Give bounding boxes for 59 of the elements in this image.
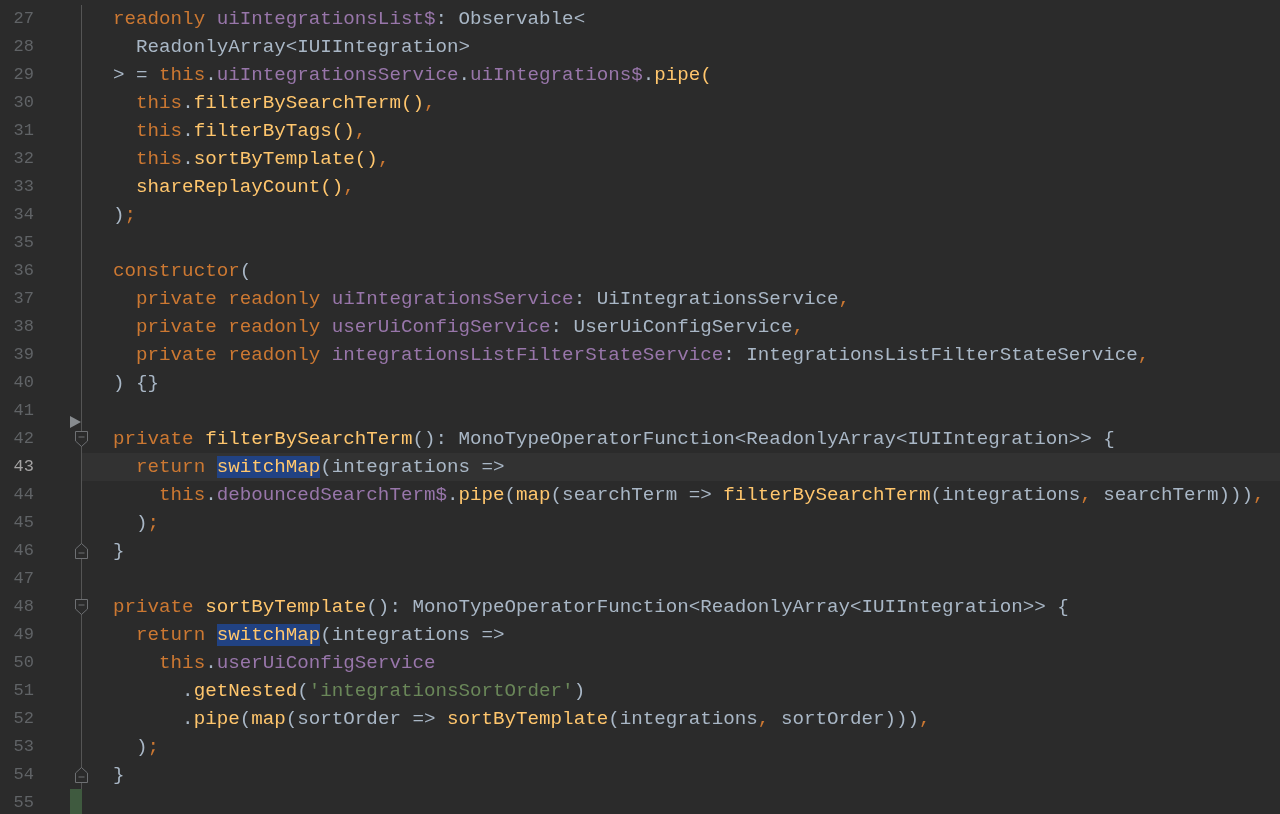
code-line: this.filterByTags(), xyxy=(135,119,367,144)
line-number: 43 xyxy=(12,456,34,479)
code-line: .getNested('integrationsSortOrder') xyxy=(181,679,586,704)
line-number: 49 xyxy=(12,624,34,647)
line-number: 32 xyxy=(12,148,34,171)
line-number: 27 xyxy=(12,8,34,31)
code-line: this.filterBySearchTerm(), xyxy=(135,91,436,116)
code-line: } xyxy=(112,539,125,564)
line-number: 31 xyxy=(12,120,34,143)
line-number: 41 xyxy=(12,400,34,423)
line-number: 39 xyxy=(12,344,34,367)
code-line: private readonly uiIntegrationsService: UiIntegrationsService, xyxy=(135,287,850,312)
line-number: 29 xyxy=(12,64,34,87)
line-number: 45 xyxy=(12,512,34,535)
line-number: 36 xyxy=(12,260,34,283)
code-line: this.debouncedSearchTerm$.pipe(map(searchTerm => filterBySearchTerm(integrations, searchTerm))), xyxy=(158,483,1265,508)
code-line: ) {} xyxy=(112,371,160,396)
code-line: private sortByTemplate(): MonoTypeOperatorFunction<ReadonlyArray<IUIIntegration>> { xyxy=(112,595,1069,620)
code-line: this.userUiConfigService xyxy=(158,651,436,676)
code-line: ReadonlyArray<IUIIntegration> xyxy=(135,35,470,60)
code-line: private filterBySearchTerm(): MonoTypeOperatorFunction<ReadonlyArray<IUIIntegration>> { xyxy=(112,427,1115,452)
line-number: 50 xyxy=(12,652,34,675)
line-number: 40 xyxy=(12,372,34,395)
code-line: private readonly userUiConfigService: UserUiConfigService, xyxy=(135,315,804,340)
line-number: 51 xyxy=(12,680,34,703)
code-line: private readonly integrationsListFilterStateService: IntegrationsListFilterStateService, xyxy=(135,343,1150,368)
fold-icon[interactable] xyxy=(75,767,88,783)
code-line: ); xyxy=(112,203,137,228)
line-number: 34 xyxy=(12,204,34,227)
line-number: 35 xyxy=(12,232,34,255)
line-number: 28 xyxy=(12,36,34,59)
line-number: 55 xyxy=(12,792,34,814)
fold-icon[interactable] xyxy=(75,599,88,615)
code-line: return switchMap(integrations => xyxy=(135,455,505,480)
line-number: 47 xyxy=(12,568,34,591)
code-line: constructor( xyxy=(112,259,252,284)
line-number: 53 xyxy=(12,736,34,759)
code-line: > = this.uiIntegrationsService.uiIntegrations$.pipe( xyxy=(112,63,712,88)
code-line: readonly uiIntegrationsList$: Observable< xyxy=(112,7,586,32)
line-number: 48 xyxy=(12,596,34,619)
code-line: } xyxy=(112,763,125,788)
line-number: 37 xyxy=(12,288,34,311)
line-number: 52 xyxy=(12,708,34,731)
line-number: 44 xyxy=(12,484,34,507)
fold-icon[interactable] xyxy=(75,543,88,559)
code-line: shareReplayCount(), xyxy=(135,175,355,200)
line-number: 33 xyxy=(12,176,34,199)
code-line: ); xyxy=(135,735,160,760)
code-line: return switchMap(integrations => xyxy=(135,623,505,648)
code-line: this.sortByTemplate(), xyxy=(135,147,390,172)
gutter-arrow-icon[interactable] xyxy=(70,416,81,428)
fold-icon[interactable] xyxy=(75,431,88,447)
code-line: ); xyxy=(135,511,160,536)
line-number: 38 xyxy=(12,316,34,339)
line-number: 54 xyxy=(12,764,34,787)
line-number: 46 xyxy=(12,540,34,563)
line-number: 42 xyxy=(12,428,34,451)
code-line: .pipe(map(sortOrder => sortByTemplate(integrations, sortOrder))), xyxy=(181,707,931,732)
line-number: 30 xyxy=(12,92,34,115)
